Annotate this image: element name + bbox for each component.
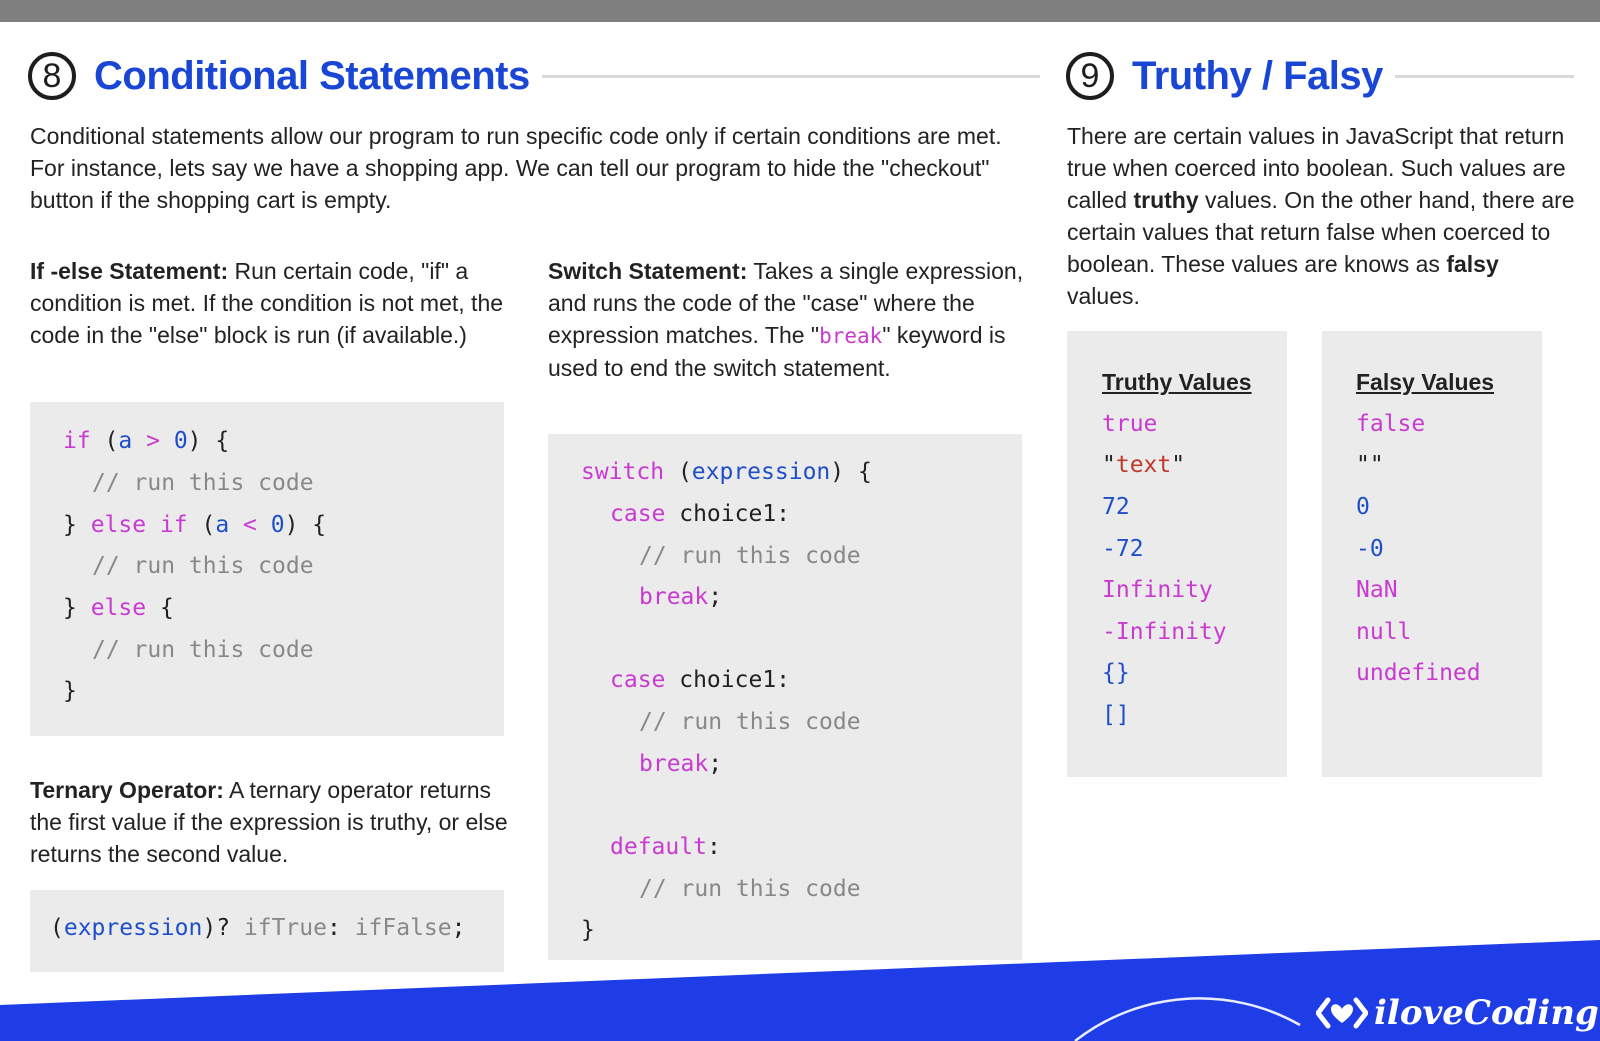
falsy-value: null [1356,619,1412,645]
falsy-values-box: Falsy Values false "" 0 -0 NaN null unde… [1322,331,1542,777]
code-line: switch (expression) { [581,459,872,485]
section-9-intro: There are certain values in JavaScript t… [1067,123,1575,309]
switch-description: Switch Statement: Takes a single express… [548,258,1024,381]
ifelse-code-block: if (a > 0) { // run this code } else if … [30,402,504,736]
truthy-value: 72 [1102,494,1130,520]
section-8-header: 8 Conditional Statements [28,46,1040,106]
code-line: case choice1: [610,667,791,693]
code-line: break; [639,751,723,777]
ternary-description: Ternary Operator: A ternary operator ret… [30,774,510,870]
code-comment: // run this code [639,543,861,569]
code-line: break; [639,584,723,610]
section-8-title: Conditional Statements [94,53,530,98]
number-8-badge: 8 [28,52,76,100]
falsy-value: false [1356,411,1426,437]
truthy-value: -Infinity [1102,619,1227,645]
ifelse-description: If -else Statement: Run certain code, "i… [30,255,510,351]
top-bar [0,0,1600,22]
ilovecoding-wordmark: iloveCoding [1374,993,1599,1033]
truthy-value: {} [1102,660,1130,686]
falsy-value: NaN [1356,577,1398,603]
truthy-word: truthy [1133,187,1199,213]
switch-break-keyword: break [819,324,883,348]
truthy-value: Infinity [1102,577,1213,603]
code-comment: // run this code [639,709,861,735]
falsy-value: 0 [1356,494,1370,520]
section-9-rule [1394,74,1574,78]
code-line: } [63,678,77,704]
ternary-label: Ternary Operator: [30,777,224,803]
falsy-values-header: Falsy Values [1356,369,1495,395]
falsy-value: "" [1356,452,1384,478]
truthy-values-box: Truthy Values true "text" 72 -72 Infinit… [1067,331,1287,777]
code-line: if (a > 0) { [63,428,230,454]
section-8-rule [541,74,1040,78]
number-9-badge: 9 [1066,52,1114,100]
ilovecoding-logo: iloveCoding [1316,993,1599,1033]
truthy-value: "text" [1102,452,1186,478]
falsy-value: -0 [1356,536,1384,562]
code-line: case choice1: [610,501,791,527]
section-8-intro: Conditional statements allow our program… [30,123,1002,213]
truthy-values-header: Truthy Values [1102,369,1252,395]
code-comment: // run this code [92,470,314,496]
code-line: } else if (a < 0) { [63,512,327,538]
code-line: default: [610,834,721,860]
code-comment: // run this code [92,637,314,663]
ilovecoding-logo-icon [1316,997,1368,1029]
section-9-title: Truthy / Falsy [1132,53,1383,98]
falsy-value: undefined [1356,660,1481,686]
switch-label: Switch Statement: [548,258,748,284]
code-comment: // run this code [639,876,861,902]
falsy-word: falsy [1446,251,1499,277]
code-comment: // run this code [92,553,314,579]
switch-code-block: switch (expression) { case choice1: // r… [548,434,1022,960]
section-9-header: 9 Truthy / Falsy [1066,46,1574,106]
code-line: } else { [63,595,174,621]
truthy-value: true [1102,411,1158,437]
ifelse-label: If -else Statement: [30,258,229,284]
truthy-value: -72 [1102,536,1144,562]
truthy-value: [] [1102,702,1130,728]
